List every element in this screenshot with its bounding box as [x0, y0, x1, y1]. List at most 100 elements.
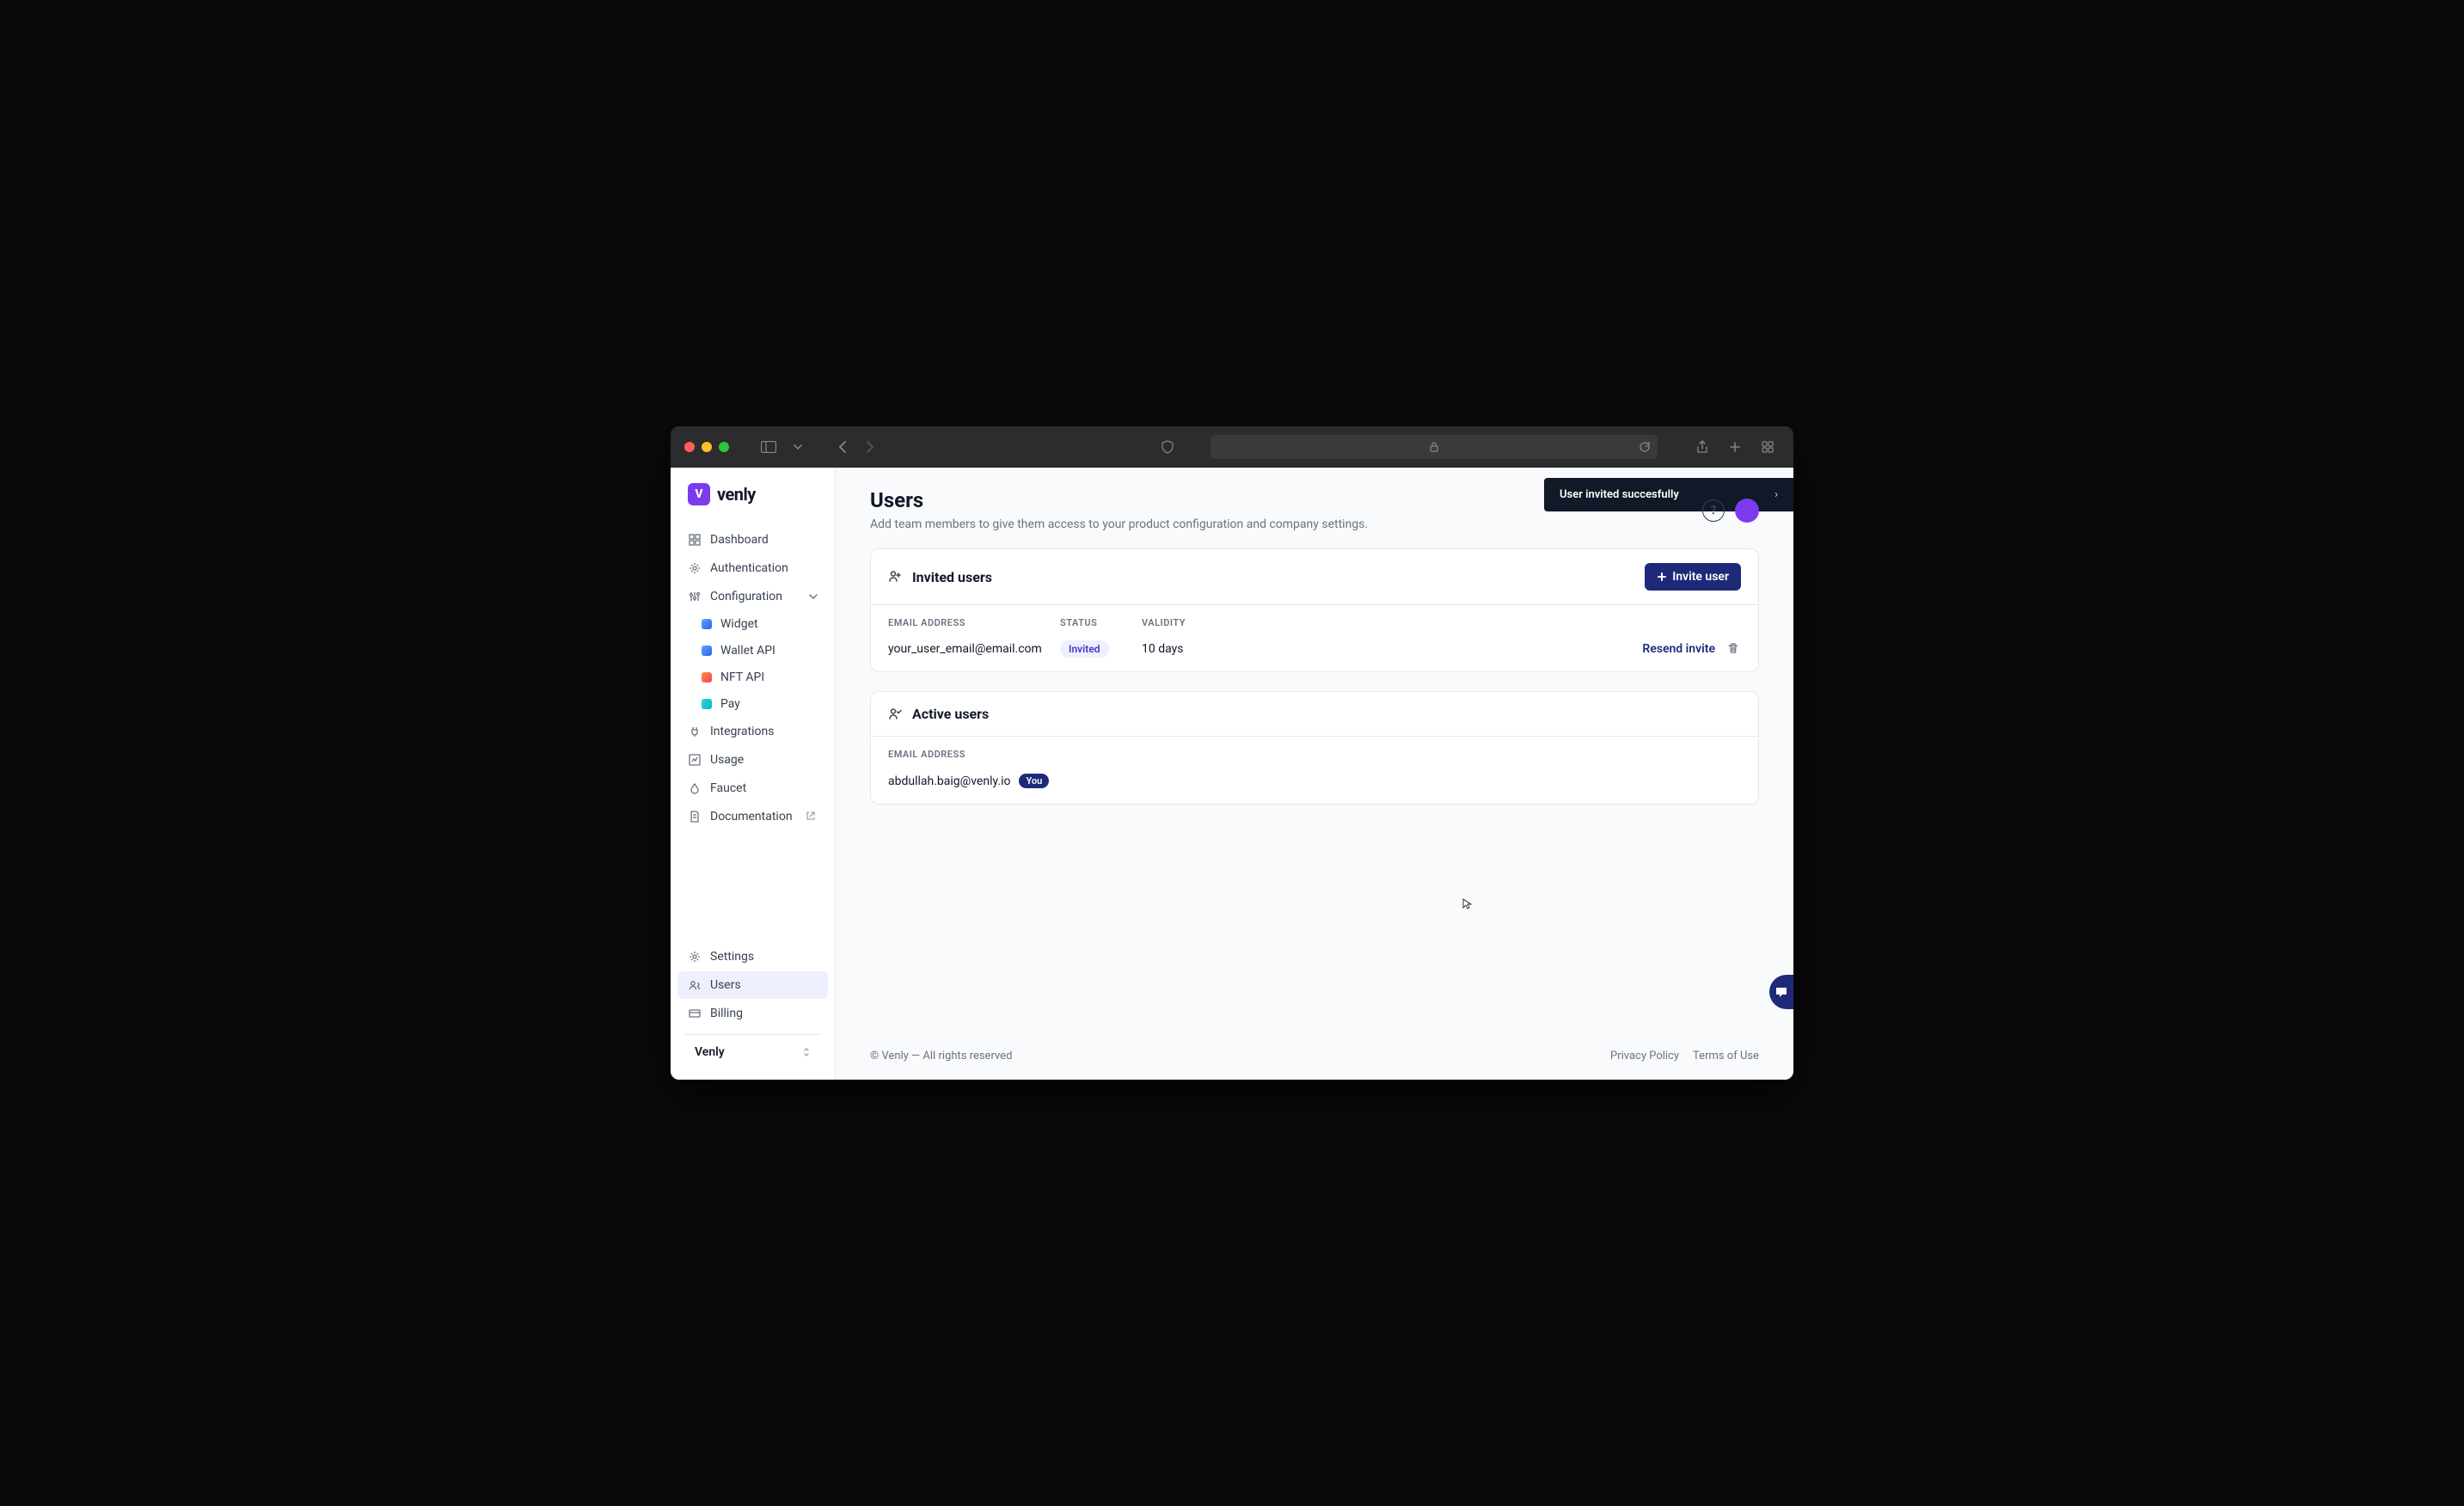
col-header-email: EMAIL ADDRESS	[888, 749, 1060, 760]
plus-icon	[1657, 572, 1667, 582]
you-badge: You	[1019, 774, 1049, 788]
cell-email: abdullah.baig@venly.io	[888, 774, 1010, 788]
logo-mark: V	[688, 483, 710, 505]
chart-icon	[688, 753, 702, 767]
sidebar-item-usage[interactable]: Usage	[677, 746, 828, 774]
sidebar-item-users[interactable]: Users	[677, 971, 828, 999]
window-controls	[684, 442, 729, 452]
plug-icon	[688, 725, 702, 738]
sliders-icon	[688, 590, 702, 603]
droplet-icon	[688, 781, 702, 795]
workspace-name: Venly	[695, 1045, 725, 1059]
chevron-right-icon: ›	[1774, 488, 1778, 501]
sidebar-item-dashboard[interactable]: Dashboard	[677, 526, 828, 554]
invited-users-card: Invited users Invite user EMAIL ADDRESS …	[870, 548, 1759, 672]
card-header: Active users	[871, 692, 1758, 737]
main-content: Users Add team members to give them acce…	[836, 468, 1793, 1080]
external-link-icon	[806, 811, 818, 823]
maximize-window-button[interactable]	[719, 442, 729, 452]
card-header: Invited users Invite user	[871, 549, 1758, 605]
content-area: Users Add team members to give them acce…	[836, 468, 1793, 1036]
page-subtitle: Add team members to give them access to …	[870, 517, 1759, 531]
browser-titlebar	[671, 426, 1793, 468]
table-row: your_user_email@email.com Invited 10 day…	[871, 635, 1758, 671]
sidebar-config-children: Widget Wallet API NFT API Pay	[677, 611, 828, 717]
col-header-status: STATUS	[1060, 617, 1142, 628]
chevron-down-icon[interactable]	[786, 435, 810, 459]
chat-icon	[1774, 985, 1788, 999]
share-icon[interactable]	[1690, 435, 1714, 459]
sidebar-item-label: Settings	[710, 950, 754, 964]
sidebar-item-configuration[interactable]: Configuration	[677, 583, 828, 610]
sidebar-item-label: Configuration	[710, 590, 782, 603]
cell-status: Invited	[1060, 642, 1142, 656]
sidebar-item-label: NFT API	[720, 670, 764, 684]
sidebar-item-label: Users	[710, 978, 741, 992]
sidebar-item-wallet-api[interactable]: Wallet API	[691, 638, 828, 664]
sidebar: V venly Dashboard Authentication Configu…	[671, 468, 836, 1080]
avatar[interactable]	[1735, 499, 1759, 523]
document-icon	[688, 810, 702, 823]
sidebar-item-label: Usage	[710, 753, 744, 767]
sidebar-item-nft-api[interactable]: NFT API	[691, 664, 828, 690]
close-window-button[interactable]	[684, 442, 695, 452]
sidebar-item-faucet[interactable]: Faucet	[677, 774, 828, 802]
table-row: abdullah.baig@venly.io You	[871, 767, 1758, 804]
app-shell: V venly Dashboard Authentication Configu…	[671, 468, 1793, 1080]
sidebar-item-authentication[interactable]: Authentication	[677, 554, 828, 582]
browser-window: V venly Dashboard Authentication Configu…	[671, 426, 1793, 1080]
toast-message: User invited succesfully	[1560, 488, 1679, 501]
mouse-cursor-icon	[1462, 897, 1474, 909]
user-plus-icon	[888, 569, 904, 585]
sidebar-item-label: Faucet	[710, 781, 746, 795]
cell-email: your_user_email@email.com	[888, 642, 1060, 656]
help-button[interactable]: ?	[1702, 499, 1725, 522]
forward-button[interactable]	[858, 435, 882, 459]
delete-invite-button[interactable]	[1727, 642, 1741, 656]
header-widgets: ?	[1702, 499, 1759, 523]
card-title: Active users	[912, 706, 989, 722]
widget-icon	[702, 619, 712, 629]
copyright-text: © Venly — All rights reserved	[870, 1050, 1012, 1062]
sidebar-item-integrations[interactable]: Integrations	[677, 718, 828, 745]
logo-text: venly	[717, 484, 756, 505]
col-header-email: EMAIL ADDRESS	[888, 617, 1060, 628]
chevron-up-down-icon	[802, 1046, 811, 1058]
cell-validity: 10 days	[1142, 642, 1245, 656]
table-header: EMAIL ADDRESS STATUS VALIDITY	[871, 605, 1758, 635]
sidebar-item-label: Integrations	[710, 725, 774, 738]
sidebar-nav-main: Dashboard Authentication Configuration W…	[671, 523, 835, 835]
sidebar-item-settings[interactable]: Settings	[677, 943, 828, 970]
page-footer: © Venly — All rights reserved Privacy Po…	[836, 1036, 1793, 1080]
sidebar-item-label: Widget	[720, 617, 758, 631]
invite-user-button[interactable]: Invite user	[1645, 563, 1741, 591]
brand-logo[interactable]: V venly	[671, 468, 835, 523]
grid-icon	[688, 533, 702, 547]
privacy-link[interactable]: Privacy Policy	[1610, 1050, 1679, 1062]
sidebar-item-label: Dashboard	[710, 533, 769, 547]
workspace-switcher[interactable]: Venly	[684, 1034, 821, 1069]
terms-link[interactable]: Terms of Use	[1693, 1050, 1759, 1062]
sidebar-item-label: Authentication	[710, 561, 788, 575]
chevron-down-icon	[809, 594, 818, 599]
sidebar-toggle-icon[interactable]	[757, 435, 781, 459]
resend-invite-button[interactable]: Resend invite	[1642, 642, 1715, 656]
sidebar-item-widget[interactable]: Widget	[691, 611, 828, 637]
sidebar-item-billing[interactable]: Billing	[677, 1000, 828, 1027]
privacy-shield-icon[interactable]	[1155, 435, 1180, 459]
table-header: EMAIL ADDRESS	[871, 737, 1758, 767]
minimize-window-button[interactable]	[702, 442, 712, 452]
pay-icon	[702, 699, 712, 709]
sidebar-item-label: Documentation	[710, 810, 793, 823]
new-tab-icon[interactable]	[1723, 435, 1747, 459]
lock-icon	[1430, 442, 1438, 452]
url-bar[interactable]	[1211, 435, 1658, 459]
users-icon	[688, 978, 702, 992]
reload-icon[interactable]	[1639, 441, 1651, 453]
tabs-overview-icon[interactable]	[1756, 435, 1780, 459]
sidebar-item-documentation[interactable]: Documentation	[677, 803, 828, 830]
sidebar-item-pay[interactable]: Pay	[691, 691, 828, 717]
back-button[interactable]	[831, 435, 855, 459]
sidebar-item-label: Billing	[710, 1007, 743, 1020]
card-title: Invited users	[912, 569, 992, 585]
